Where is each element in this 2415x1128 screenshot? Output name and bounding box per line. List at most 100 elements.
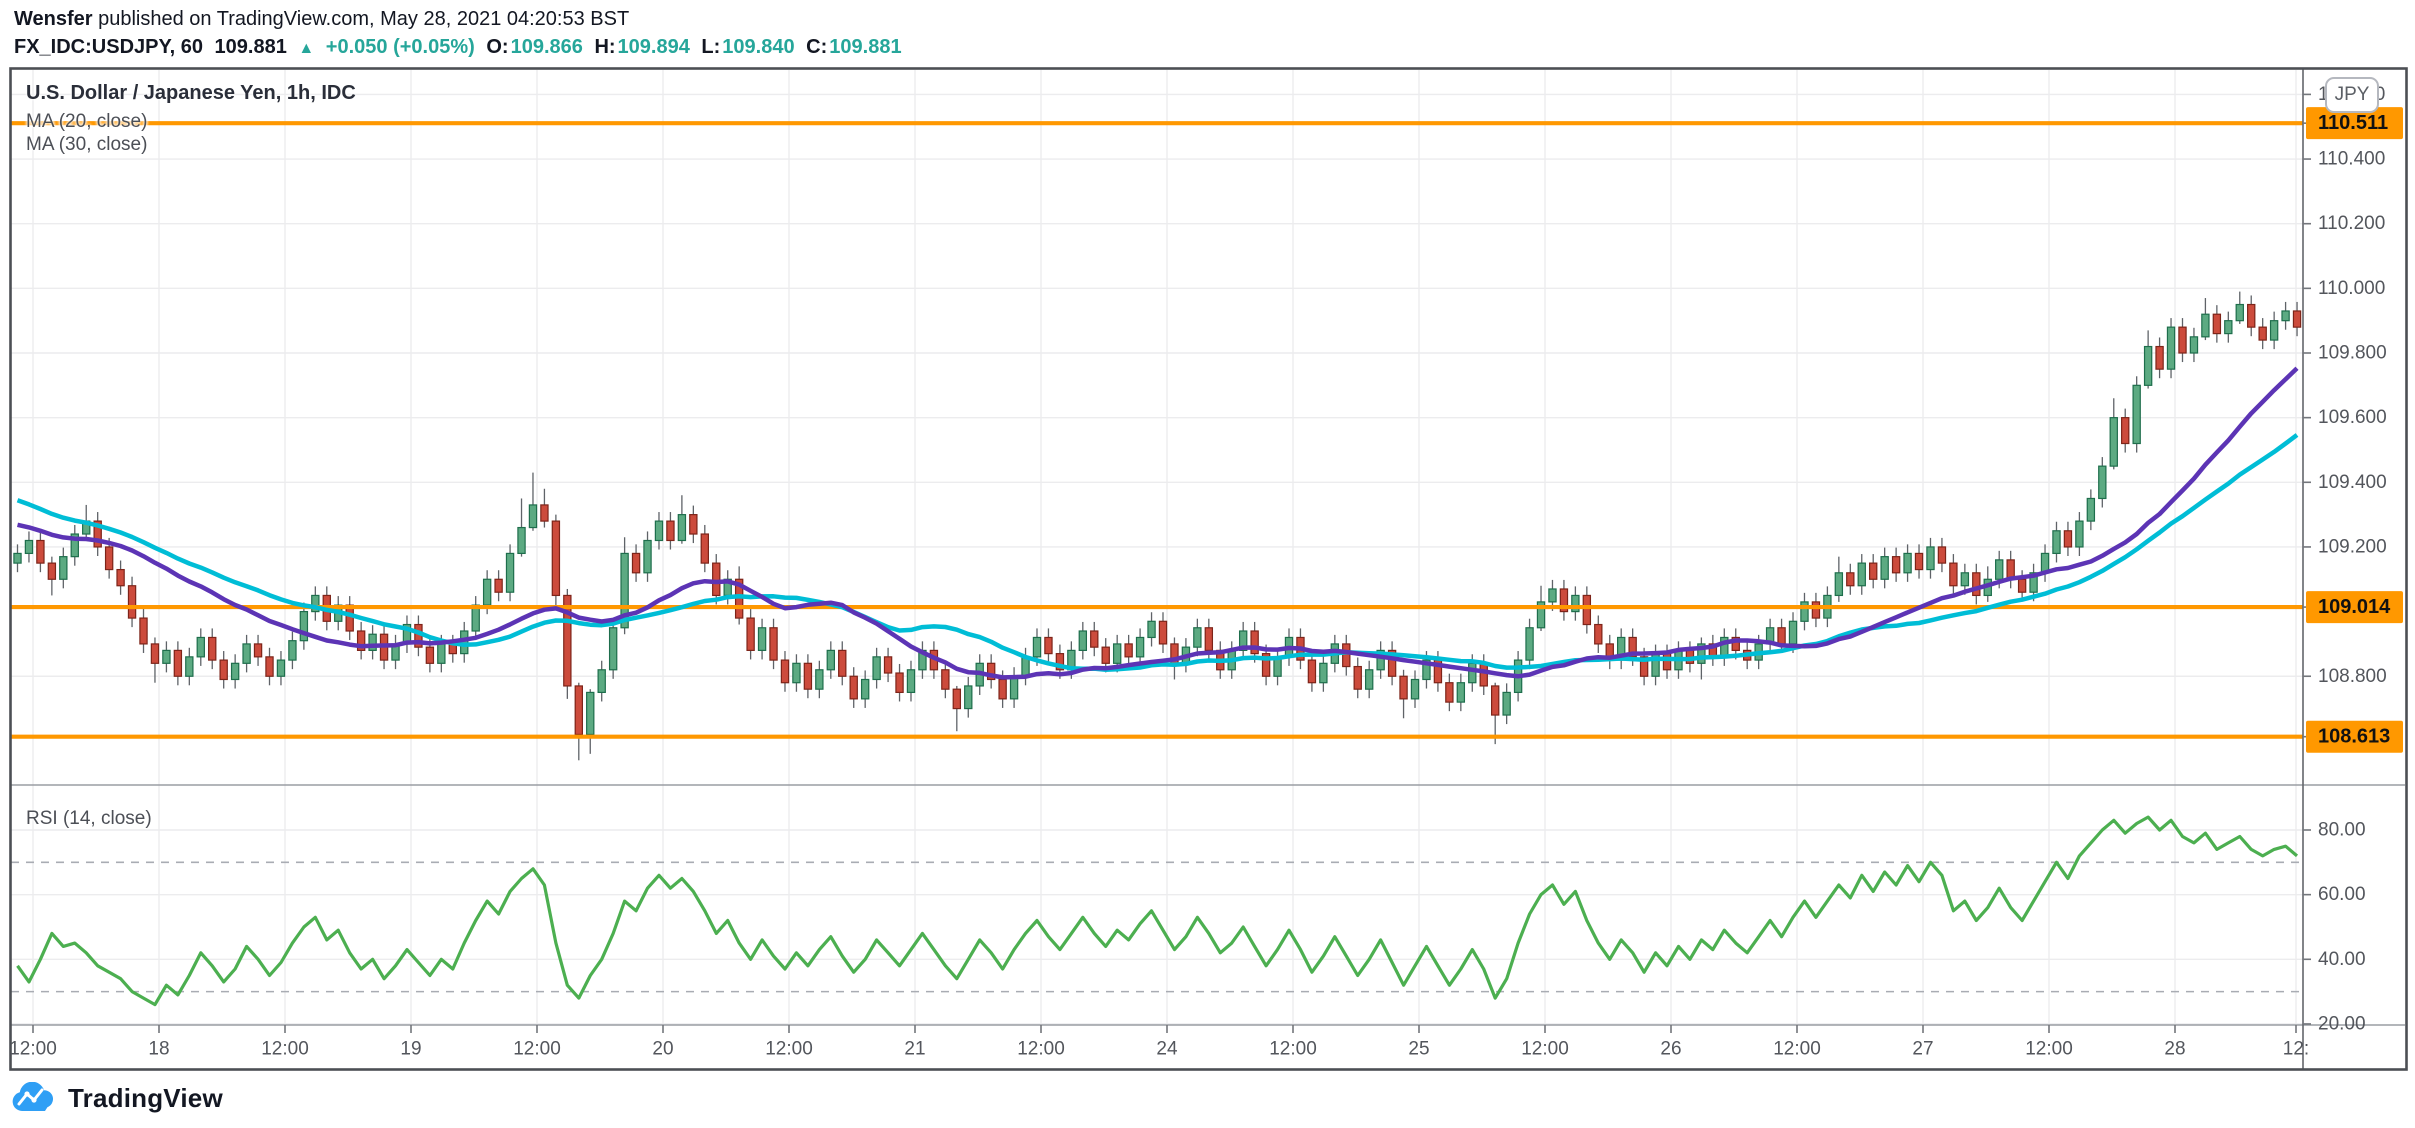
candle-body	[2293, 311, 2300, 327]
candle-body	[2064, 531, 2071, 547]
candle-body	[60, 557, 67, 580]
candle-body	[2190, 337, 2197, 353]
rsi-legend[interactable]: RSI (14, close)	[26, 808, 152, 830]
candle-body	[907, 670, 914, 693]
price-tick-label: 109.400	[2318, 472, 2387, 493]
time-tick-label: 26	[1660, 1039, 1681, 1060]
time-tick-label: 12:00	[1017, 1039, 1065, 1060]
candle-body	[655, 521, 662, 540]
candle-body	[1411, 679, 1418, 698]
candle-body	[873, 657, 880, 680]
candle-body	[2213, 314, 2220, 333]
candle-body	[1033, 637, 1040, 656]
candle-body	[2087, 498, 2094, 521]
tradingview-logo-icon	[12, 1082, 58, 1114]
candle-body	[518, 528, 525, 554]
candle-body	[1492, 686, 1499, 715]
candle-body	[277, 660, 284, 676]
candle-body	[1446, 683, 1453, 702]
candle-body	[529, 505, 536, 528]
candle-body	[1778, 628, 1785, 644]
candle-body	[1102, 647, 1109, 663]
ma20-legend[interactable]: MA (20, close)	[26, 111, 147, 133]
candle-body	[804, 663, 811, 689]
time-tick-label: 12:00	[1269, 1039, 1317, 1060]
candle-body	[713, 563, 720, 595]
candle-body	[850, 676, 857, 699]
candle-body	[678, 515, 685, 541]
candle-body	[1205, 628, 1212, 651]
candle-body	[1159, 621, 1166, 644]
candle-body	[2271, 321, 2278, 340]
candle-body	[1400, 676, 1407, 699]
time-tick-label: 12:00	[765, 1039, 813, 1060]
price-axis[interactable]: 110.600110.400110.200110.000109.800109.6…	[2303, 84, 2403, 1035]
candle-body	[598, 670, 605, 693]
time-tick-label: 21	[904, 1039, 925, 1060]
tradingview-brand-text: TradingView	[68, 1083, 223, 1114]
candle-body	[2282, 311, 2289, 321]
candle-body	[1480, 663, 1487, 686]
candle-body	[1927, 547, 1934, 570]
candle-body	[816, 670, 823, 689]
candle-body	[1595, 625, 1602, 644]
candle-body	[1010, 676, 1017, 699]
candle-body	[186, 657, 193, 676]
candle-body	[1996, 560, 2003, 579]
price-tick-label: 109.600	[2318, 407, 2387, 428]
time-tick-label: 20	[652, 1039, 673, 1060]
candle-body	[1950, 563, 1957, 586]
candle-body	[128, 586, 135, 618]
candle-body	[1938, 547, 1945, 563]
orange-level-badge-label: 109.014	[2318, 596, 2391, 618]
candle-body	[14, 553, 21, 563]
rsi-tick-label: 40.00	[2318, 949, 2366, 970]
candle-body	[266, 657, 273, 676]
candle-body	[484, 579, 491, 605]
price-tick-label: 110.400	[2318, 149, 2385, 170]
candle-body	[2133, 385, 2140, 443]
candle-body	[747, 618, 754, 650]
candle-body	[862, 679, 869, 698]
candle-body	[942, 670, 949, 689]
candle-body	[1812, 602, 1819, 618]
chart-title: U.S. Dollar / Japanese Yen, 1h, IDC	[26, 82, 356, 105]
candle-body	[232, 663, 239, 679]
time-axis[interactable]: 12:001812:001912:002012:002112:002412:00…	[9, 1025, 2309, 1060]
candle-body	[953, 689, 960, 708]
candle-body	[2110, 418, 2117, 466]
candle-body	[495, 579, 502, 592]
candle-body	[2248, 305, 2255, 328]
candle-body	[1663, 654, 1670, 670]
price-pane[interactable]	[11, 70, 2303, 785]
candle-body	[644, 540, 651, 572]
candle-body	[1136, 637, 1143, 656]
currency-unit-badge[interactable]: JPY	[2325, 77, 2379, 113]
candle-body	[2225, 321, 2232, 334]
candle-body	[2019, 579, 2026, 592]
candle-body	[1870, 563, 1877, 579]
candle-body	[1961, 573, 1968, 586]
candle-body	[999, 679, 1006, 698]
candle-body	[690, 515, 697, 534]
price-tick-label: 110.000	[2318, 278, 2385, 299]
candle-body	[209, 637, 216, 660]
candle-body	[2202, 314, 2209, 337]
time-tick-label: 12:00	[9, 1039, 57, 1060]
candle-body	[1904, 553, 1911, 572]
candle-body	[140, 618, 147, 644]
orange-level-badge-label: 110.511	[2318, 112, 2388, 134]
candle-body	[1194, 628, 1201, 647]
time-tick-label: 12:00	[513, 1039, 561, 1060]
price-tick-label: 109.800	[2318, 343, 2387, 364]
tradingview-footer[interactable]: TradingView	[12, 1082, 223, 1114]
candle-body	[2145, 347, 2152, 386]
chart-canvas[interactable]: 110.600110.400110.200110.000109.800109.6…	[0, 0, 2415, 1128]
candle-body	[965, 686, 972, 709]
ma30-legend[interactable]: MA (30, close)	[26, 134, 147, 156]
time-tick-label: 28	[2164, 1039, 2185, 1060]
candle-body	[2259, 327, 2266, 340]
candle-body	[1572, 595, 1579, 611]
candle-body	[151, 644, 158, 663]
candle-body	[1091, 631, 1098, 647]
